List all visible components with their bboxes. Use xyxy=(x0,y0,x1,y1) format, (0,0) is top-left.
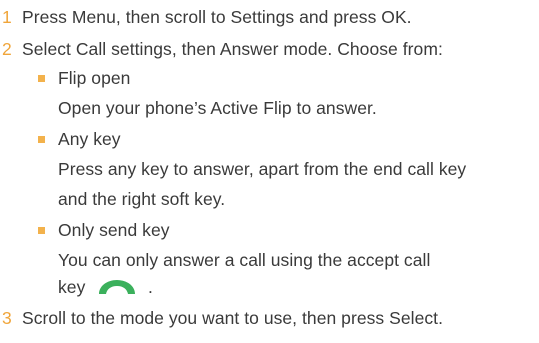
accept-call-icon xyxy=(99,280,135,294)
step-1-text: Press Menu, then scroll to Settings and … xyxy=(22,7,412,27)
option-3-title: Only send key xyxy=(58,220,170,240)
step-2-number: 2 xyxy=(2,39,12,59)
option-2-description-line-2: and the right soft key. xyxy=(58,189,226,209)
step-3-text: Scroll to the mode you want to use, then… xyxy=(22,308,443,328)
step-3-number: 3 xyxy=(2,308,12,328)
step-1-number: 1 xyxy=(2,7,12,27)
option-3-description-line-1: You can only answer a call using the acc… xyxy=(58,250,431,270)
step-2-text: Select Call settings, then Answer mode. … xyxy=(22,39,443,59)
option-3-description-line-2: key xyxy=(58,277,86,297)
option-1-description: Open your phone’s Active Flip to answer. xyxy=(58,98,377,118)
option-3-bullet-icon xyxy=(38,227,45,234)
instructions-page: 1 Press Menu, then scroll to Settings an… xyxy=(0,0,539,343)
option-2-description-line-1: Press any key to answer, apart from the … xyxy=(58,159,467,179)
option-2-bullet-icon xyxy=(38,136,45,143)
option-3-trailing-period: . xyxy=(148,277,153,297)
option-2-title: Any key xyxy=(58,129,121,149)
option-1-title: Flip open xyxy=(58,68,131,88)
option-1-bullet-icon xyxy=(38,75,45,82)
